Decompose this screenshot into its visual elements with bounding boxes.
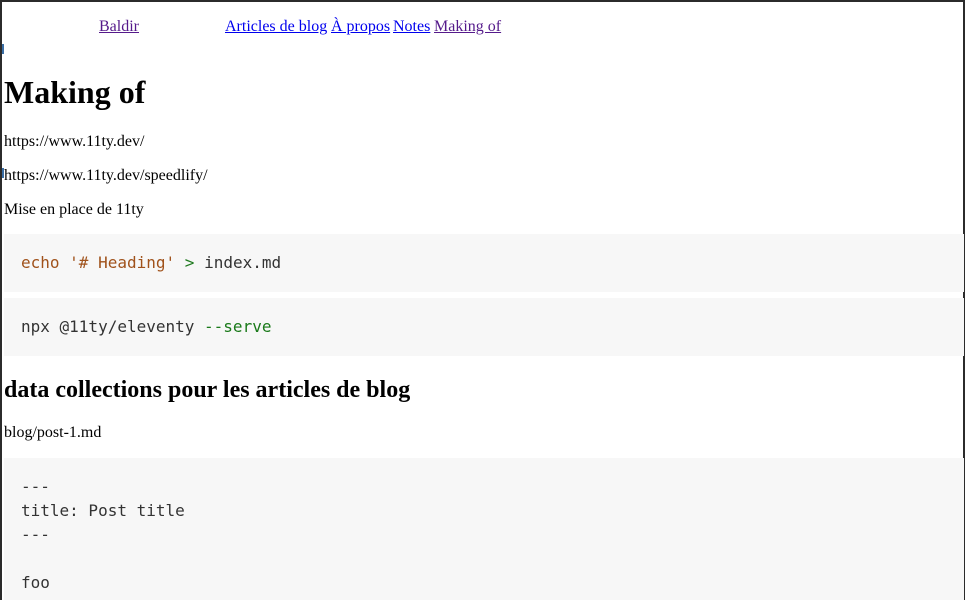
code-line: foo	[21, 573, 50, 592]
code-line: npx @11ty/eleventy --serve	[21, 315, 964, 339]
code-block-serve: npx @11ty/eleventy --serve	[4, 298, 964, 356]
code-flag: --serve	[204, 317, 272, 336]
page-title: Making of	[4, 74, 146, 110]
window-edge-marker	[2, 44, 4, 54]
site-title-link[interactable]: Baldir	[99, 18, 139, 36]
code-line: ---	[21, 477, 50, 496]
code-operator: >	[184, 253, 195, 272]
code-block-post: --- title: Post title --- foo	[4, 458, 964, 600]
intro-text: Mise en place de 11ty	[4, 201, 144, 218]
code-block-heading: echo '# Heading' > index.md	[4, 234, 964, 292]
code-command: npx @11ty/eleventy	[21, 317, 195, 336]
file-label: blog/post-1.md	[4, 424, 102, 441]
nav-link-notes[interactable]: Notes	[393, 18, 430, 36]
code-command: echo	[21, 253, 60, 272]
nav-link-making-of[interactable]: Making of	[434, 18, 501, 36]
nav-link-articles[interactable]: Articles de blog	[225, 18, 327, 36]
page: { "nav": { "site_title": "Baldir", "link…	[0, 0, 965, 600]
code-line: echo '# Heading' > index.md	[21, 251, 964, 275]
code-string: '# Heading'	[69, 253, 176, 272]
code-line: ---	[21, 525, 50, 544]
window-edge-marker	[2, 168, 4, 178]
code-line: title: Post title	[21, 501, 185, 520]
code-target: index.md	[204, 253, 282, 272]
section-heading: data collections pour les articles de bl…	[4, 377, 411, 403]
link-text-speedlify: https://www.11ty.dev/speedlify/	[4, 167, 208, 184]
link-text-11ty: https://www.11ty.dev/	[4, 133, 145, 150]
nav-link-about[interactable]: À propos	[331, 18, 390, 36]
